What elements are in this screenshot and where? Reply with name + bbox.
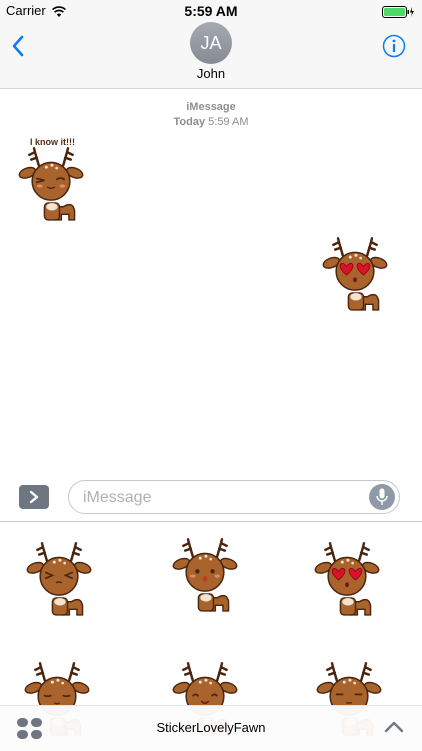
status-bar: Carrier 5:59 AM xyxy=(0,0,422,22)
sticker-fawn-squint[interactable] xyxy=(26,542,92,620)
contact-name[interactable]: John xyxy=(0,66,422,81)
sticker-caption: I know it!!! xyxy=(30,137,75,147)
microphone-icon xyxy=(376,488,388,505)
timestamp: Today 5:59 AM xyxy=(0,116,422,128)
timestamp-time: 5:59 AM xyxy=(208,116,249,128)
timestamp-day: Today xyxy=(173,116,206,128)
incoming-sticker-message[interactable]: I know it!!! xyxy=(18,137,90,223)
conversation-header: JA John xyxy=(0,22,422,89)
dictation-button[interactable] xyxy=(369,484,395,510)
drawer-footer: StickerLovelyFawn xyxy=(0,705,422,751)
message-input[interactable] xyxy=(81,481,365,515)
message-composer xyxy=(0,470,422,520)
chevron-right-icon xyxy=(29,490,39,504)
service-label: iMessage xyxy=(186,101,236,113)
app-drawer-toggle-button[interactable] xyxy=(19,485,49,509)
sticker-fawn-surprised[interactable] xyxy=(172,538,238,616)
clock: 5:59 AM xyxy=(184,3,238,19)
info-icon[interactable] xyxy=(382,34,406,63)
message-field[interactable] xyxy=(68,480,400,515)
fawn-heart-eyes-sticker xyxy=(322,237,388,311)
contact-avatar[interactable]: JA xyxy=(190,22,232,64)
sticker-pack-name: StickerLovelyFawn xyxy=(156,720,266,735)
message-thread: iMessage Today 5:59 AM I know it!!! xyxy=(0,89,422,469)
back-chevron-icon[interactable] xyxy=(10,34,26,63)
fawn-wink-sticker xyxy=(18,147,84,221)
outgoing-sticker-message[interactable] xyxy=(322,237,388,317)
battery-charging-icon xyxy=(382,5,414,23)
chevron-up-icon[interactable] xyxy=(384,720,404,739)
sticker-fawn-heart-eyes[interactable] xyxy=(314,542,380,620)
